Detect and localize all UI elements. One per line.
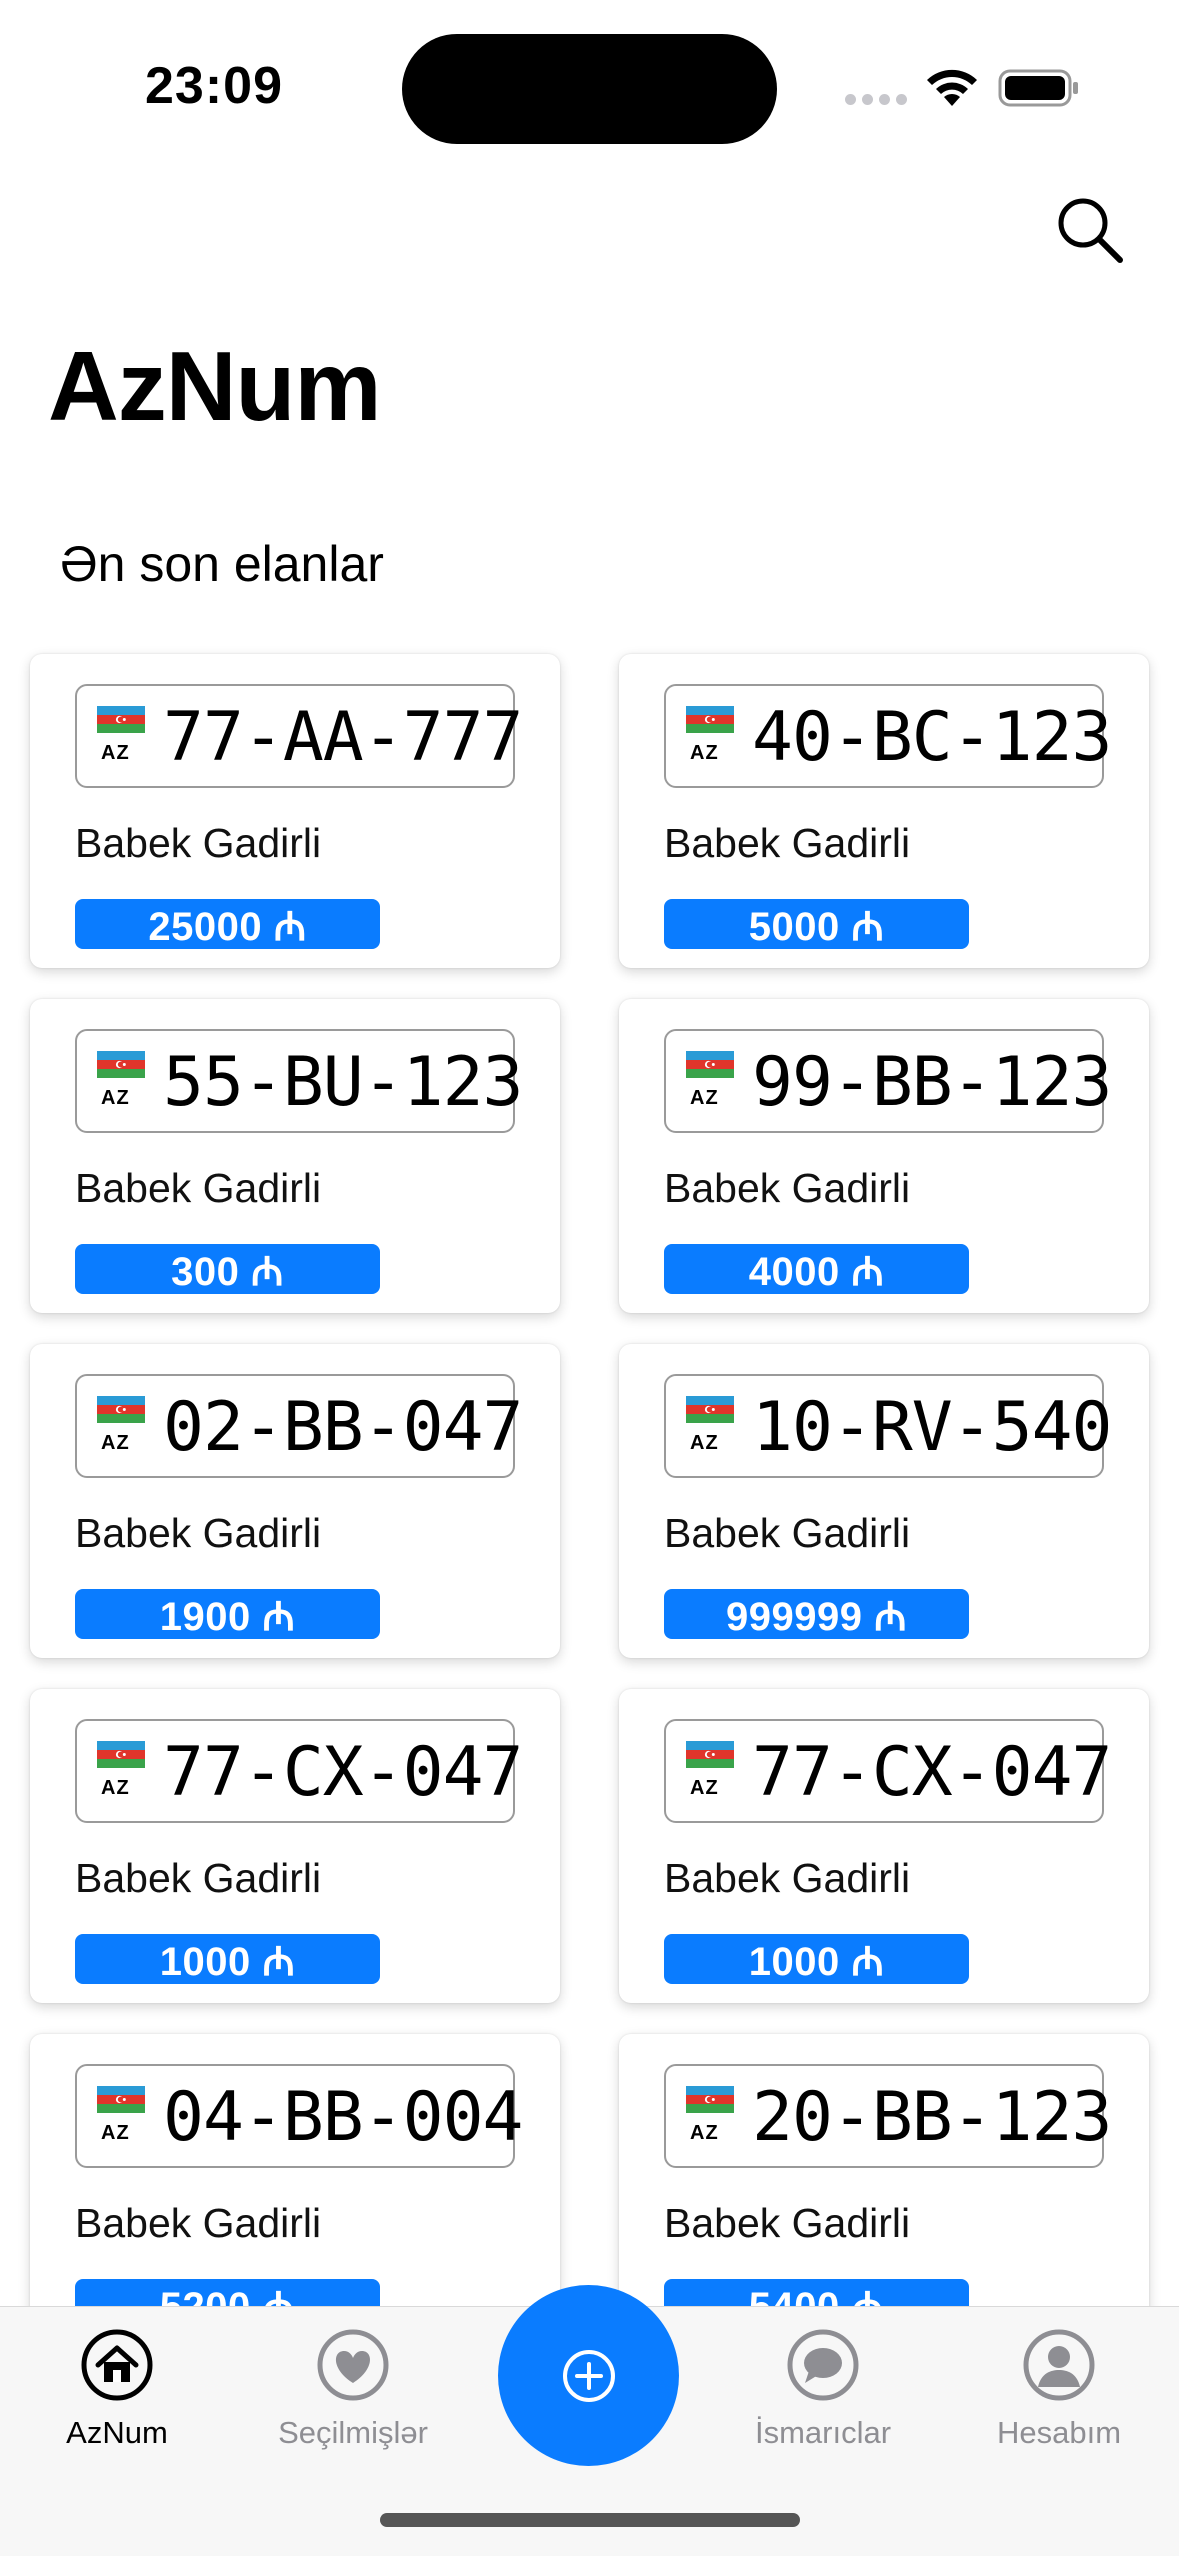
wifi-icon bbox=[927, 69, 977, 106]
plate-country-code: AZ bbox=[101, 1432, 130, 1454]
listing-card[interactable]: AZ 77-CX-047 Babek Gadirli 1000 ₼ bbox=[30, 1689, 560, 2003]
azerbaijan-flag-icon bbox=[97, 1396, 145, 1423]
listing-card[interactable]: AZ 55-BU-123 Babek Gadirli 300 ₼ bbox=[30, 999, 560, 1313]
license-plate: AZ 77-CX-047 bbox=[664, 1719, 1112, 1823]
azerbaijan-flag-icon bbox=[686, 1396, 734, 1423]
tab-favorites-label: Seçilmişlər bbox=[278, 2415, 428, 2450]
seller-name: Babek Gadirli bbox=[664, 1855, 911, 1901]
azerbaijan-flag-icon bbox=[686, 706, 734, 733]
listing-card[interactable]: AZ 10-RV-540 Babek Gadirli 999999 ₼ bbox=[619, 1344, 1149, 1658]
seller-name: Babek Gadirli bbox=[75, 1165, 322, 1211]
tab-messages-label: İsmarıclar bbox=[754, 2415, 892, 2450]
heart-icon bbox=[317, 2329, 389, 2401]
listing-card[interactable]: AZ 04-BB-004 Babek Gadirli 5200 ₼ bbox=[30, 2034, 560, 2348]
listing-card[interactable]: AZ 99-BB-123 Babek Gadirli 4000 ₼ bbox=[619, 999, 1149, 1313]
listing-card[interactable]: AZ 20-BB-123 Babek Gadirli 5400 ₼ bbox=[619, 2034, 1149, 2348]
seller-name: Babek Gadirli bbox=[664, 2200, 911, 2246]
plate-number: 40-BC-123 bbox=[752, 698, 1112, 777]
person-icon bbox=[1023, 2329, 1095, 2401]
seller-name: Babek Gadirli bbox=[75, 1855, 322, 1901]
plate-country-code: AZ bbox=[690, 1432, 719, 1454]
license-plate: AZ 04-BB-004 bbox=[75, 2064, 523, 2168]
add-listing-button[interactable] bbox=[498, 2285, 679, 2466]
license-plate: AZ 40-BC-123 bbox=[664, 684, 1112, 788]
dynamic-island bbox=[402, 34, 777, 144]
plate-number: 04-BB-004 bbox=[163, 2078, 523, 2157]
license-plate: AZ 20-BB-123 bbox=[664, 2064, 1112, 2168]
price-badge: 1900 ₼ bbox=[75, 1589, 380, 1639]
plate-number: 77-CX-047 bbox=[163, 1733, 523, 1812]
plate-country-code: AZ bbox=[101, 2122, 130, 2144]
azerbaijan-flag-icon bbox=[97, 1741, 145, 1768]
listing-card[interactable]: AZ 77-CX-047 Babek Gadirli 1000 ₼ bbox=[619, 1689, 1149, 2003]
license-plate: AZ 02-BB-047 bbox=[75, 1374, 523, 1478]
price-badge: 25000 ₼ bbox=[75, 899, 380, 949]
seller-name: Babek Gadirli bbox=[664, 1165, 911, 1211]
plate-number: 20-BB-123 bbox=[752, 2078, 1112, 2157]
listing-card[interactable]: AZ 40-BC-123 Babek Gadirli 5000 ₼ bbox=[619, 654, 1149, 968]
page-title: AzNum bbox=[48, 331, 382, 441]
price-badge: 300 ₼ bbox=[75, 1244, 380, 1294]
plate-country-code: AZ bbox=[690, 2122, 719, 2144]
azerbaijan-flag-icon bbox=[686, 2086, 734, 2113]
search-button[interactable] bbox=[1050, 190, 1130, 270]
tab-favorites[interactable]: Seçilmişlər bbox=[253, 2307, 453, 2467]
license-plate: AZ 55-BU-123 bbox=[75, 1029, 523, 1133]
plate-number: 10-RV-540 bbox=[752, 1388, 1112, 1467]
seller-name: Babek Gadirli bbox=[664, 1510, 911, 1556]
tab-home[interactable]: AzNum bbox=[17, 2307, 217, 2467]
price-badge: 5000 ₼ bbox=[664, 899, 969, 949]
seller-name: Babek Gadirli bbox=[75, 2200, 322, 2246]
price-badge: 1000 ₼ bbox=[75, 1934, 380, 1984]
tab-account-label: Hesabım bbox=[996, 2415, 1122, 2450]
cellular-signal-icon bbox=[845, 94, 907, 105]
plate-country-code: AZ bbox=[690, 1777, 719, 1799]
screen: 23:09 AzNum Ən son elanlar AZ 77-AA-777 … bbox=[0, 0, 1179, 2556]
seller-name: Babek Gadirli bbox=[75, 820, 322, 866]
plate-country-code: AZ bbox=[101, 742, 130, 764]
plate-number: 55-BU-123 bbox=[163, 1043, 523, 1122]
license-plate: AZ 77-CX-047 bbox=[75, 1719, 523, 1823]
license-plate: AZ 10-RV-540 bbox=[664, 1374, 1112, 1478]
price-badge: 4000 ₼ bbox=[664, 1244, 969, 1294]
chat-bubble-icon bbox=[787, 2329, 859, 2401]
plate-number: 77-CX-047 bbox=[752, 1733, 1112, 1812]
plate-country-code: AZ bbox=[101, 1777, 130, 1799]
price-badge: 999999 ₼ bbox=[664, 1589, 969, 1639]
section-title: Ən son elanlar bbox=[60, 536, 384, 592]
plate-country-code: AZ bbox=[690, 742, 719, 764]
azerbaijan-flag-icon bbox=[97, 2086, 145, 2113]
tab-home-label: AzNum bbox=[66, 2415, 168, 2450]
azerbaijan-flag-icon bbox=[97, 1051, 145, 1078]
battery-icon bbox=[998, 69, 1078, 107]
house-icon bbox=[81, 2329, 153, 2401]
listing-card[interactable]: AZ 77-AA-777 Babek Gadirli 25000 ₼ bbox=[30, 654, 560, 968]
listings-grid: AZ 77-AA-777 Babek Gadirli 25000 ₼ AZ 40… bbox=[30, 654, 1149, 2348]
listing-card[interactable]: AZ 02-BB-047 Babek Gadirli 1900 ₼ bbox=[30, 1344, 560, 1658]
status-time: 23:09 bbox=[145, 57, 283, 115]
seller-name: Babek Gadirli bbox=[664, 820, 911, 866]
azerbaijan-flag-icon bbox=[97, 706, 145, 733]
license-plate: AZ 77-AA-777 bbox=[75, 684, 523, 788]
price-badge: 1000 ₼ bbox=[664, 1934, 969, 1984]
azerbaijan-flag-icon bbox=[686, 1051, 734, 1078]
tab-messages[interactable]: İsmarıclar bbox=[723, 2307, 923, 2467]
plate-number: 77-AA-777 bbox=[163, 698, 523, 777]
home-indicator bbox=[380, 2513, 800, 2527]
license-plate: AZ 99-BB-123 bbox=[664, 1029, 1112, 1133]
seller-name: Babek Gadirli bbox=[75, 1510, 322, 1556]
plate-number: 02-BB-047 bbox=[163, 1388, 523, 1467]
plate-country-code: AZ bbox=[690, 1087, 719, 1109]
plus-circle-icon bbox=[562, 2349, 615, 2402]
plate-country-code: AZ bbox=[101, 1087, 130, 1109]
plate-number: 99-BB-123 bbox=[752, 1043, 1112, 1122]
tab-account[interactable]: Hesabım bbox=[959, 2307, 1159, 2467]
azerbaijan-flag-icon bbox=[686, 1741, 734, 1768]
